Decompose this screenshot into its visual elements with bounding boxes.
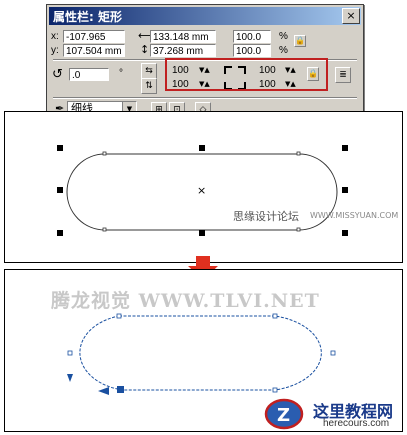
rounded-rectangle-shape: × — [57, 145, 348, 236]
center-marker-icon: × — [197, 184, 206, 197]
x-position-field[interactable]: -107.965 mm — [63, 30, 125, 56]
y-position-field[interactable]: 107.504 mm — [63, 44, 125, 57]
handle-icon — [342, 187, 348, 193]
height-field[interactable]: 37.268 mm — [150, 44, 216, 57]
canvas-before: × 思缘设计论坛 WWW.MISSYUAN.COM — [4, 111, 403, 263]
curve-nodes[interactable] — [67, 313, 336, 393]
close-button[interactable]: × — [342, 8, 360, 24]
lock-icon[interactable]: 🔒 — [294, 35, 306, 47]
start-node-icon — [117, 386, 124, 393]
scale-x-unit: % — [279, 31, 288, 42]
canvas-after: 腾龙视觉 WWW.TLVI.NET Z 这里教程网 herecours.com — [4, 269, 403, 432]
scale-y-field[interactable]: 100.0 — [233, 44, 271, 57]
x-label: x: — [51, 31, 59, 42]
mirror-icon[interactable]: ⇆ — [141, 63, 157, 79]
rotate-icon: ↺ — [52, 67, 63, 82]
logo-icon: Z — [264, 398, 304, 430]
rotation-field[interactable]: .0 — [69, 68, 109, 81]
title-bar[interactable]: 属性栏: 矩形 × — [49, 7, 361, 25]
handle-icon — [199, 145, 205, 151]
mirror-vertical-icon[interactable]: ⇅ — [141, 78, 157, 94]
handle-icon — [199, 230, 205, 236]
handle-icon — [57, 145, 63, 151]
handle-icon — [342, 145, 348, 151]
handle-icon — [57, 187, 63, 193]
window-title: 属性栏: 矩形 — [53, 10, 122, 24]
svg-text:Z: Z — [277, 405, 290, 426]
watermark-site-cn: 思缘设计论坛 — [233, 210, 299, 223]
handle-icon — [57, 230, 63, 236]
height-icon: ↕ — [140, 43, 150, 56]
scale-y-unit: % — [279, 45, 288, 56]
curve-path[interactable] — [79, 315, 322, 391]
y-label: y: — [51, 45, 59, 56]
logo-text-url: herecours.com — [323, 418, 390, 429]
handle-icon — [342, 230, 348, 236]
highlight-box — [165, 58, 328, 91]
direction-arrow-icon — [67, 374, 73, 382]
watermark-site-url: WWW.MISSYUAN.COM — [310, 211, 399, 220]
wrap-text-icon[interactable]: ≣ — [335, 67, 351, 83]
rotation-unit: ° — [119, 68, 123, 79]
width-field[interactable]: 133.148 mm — [150, 30, 216, 43]
scale-x-field[interactable]: 100.0 — [233, 30, 271, 43]
separator — [53, 97, 357, 99]
direction-arrow-icon — [98, 387, 109, 395]
